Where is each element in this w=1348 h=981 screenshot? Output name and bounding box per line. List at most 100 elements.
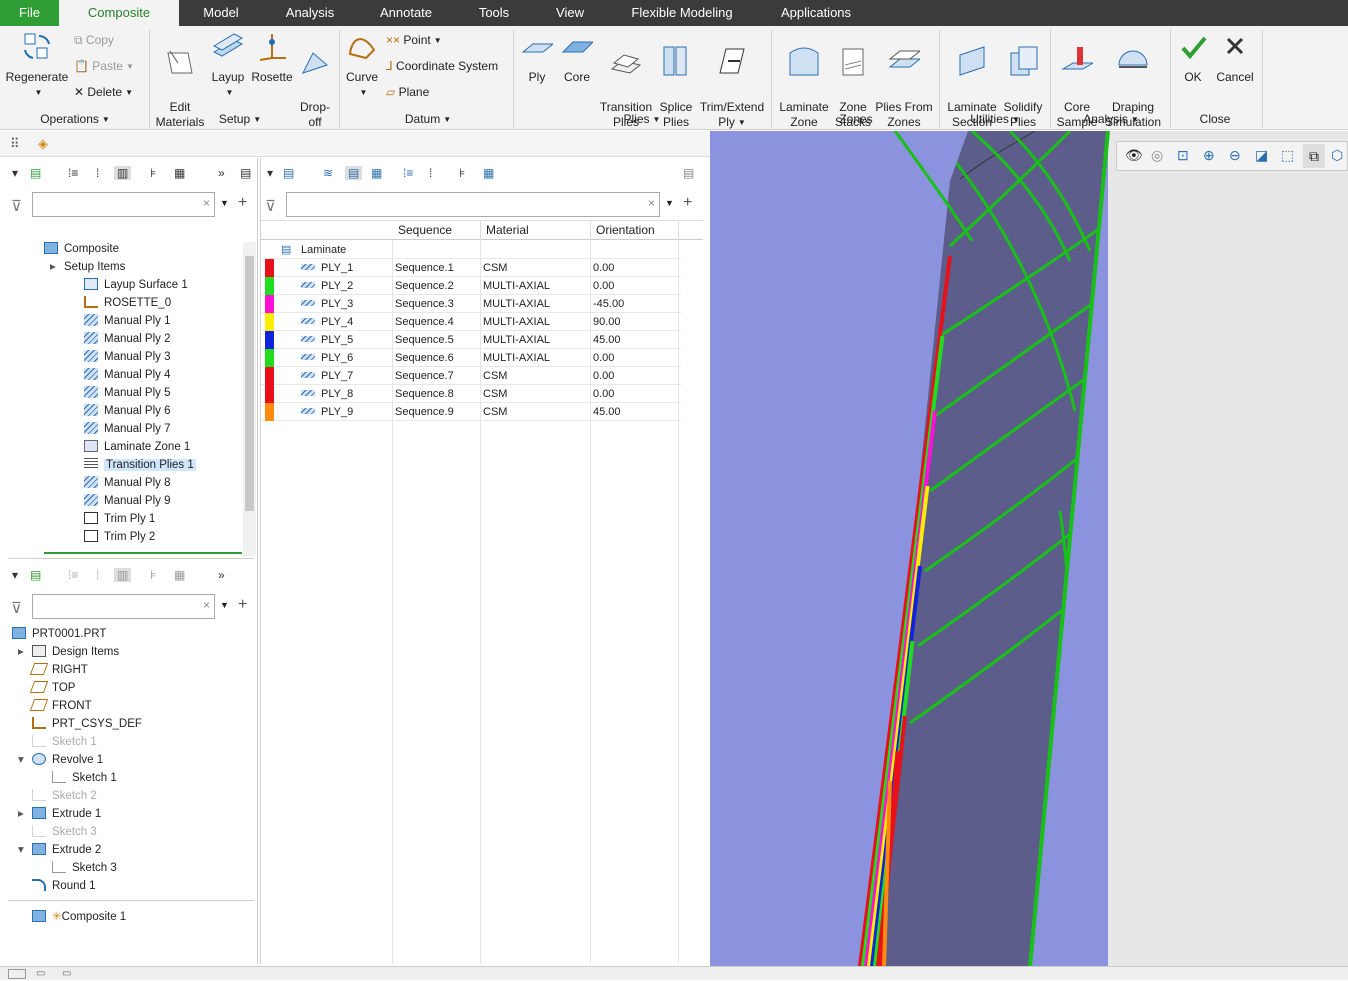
tree-item[interactable]: RIGHT: [29, 661, 88, 679]
tree-item[interactable]: ▾ Revolve 1: [18, 751, 103, 769]
tab-flexible-modeling[interactable]: Flexible Modeling: [622, 0, 742, 26]
perspective-icon[interactable]: ⧉: [1303, 144, 1325, 168]
tree-item[interactable]: ▸ Setup Items: [50, 258, 125, 276]
clear-icon[interactable]: ×: [203, 598, 210, 612]
tree-item[interactable]: ▾ Extrude 2: [18, 841, 101, 859]
table-row[interactable]: PLY_3 Sequence.3 MULTI-AXIAL -45.00: [261, 295, 681, 313]
columns-icon[interactable]: ▥: [114, 568, 132, 582]
tree-item[interactable]: Manual Ply 4: [84, 366, 170, 384]
chevron-down-icon[interactable]: ▾: [12, 166, 18, 180]
table-view-icon[interactable]: ▤: [345, 166, 363, 180]
chevron-down-icon[interactable]: ▼: [220, 600, 229, 610]
ply-stack-icon[interactable]: ≋: [323, 166, 333, 180]
column-header-sequence[interactable]: Sequence: [393, 220, 481, 240]
tree-item[interactable]: ROSETTE_0: [84, 294, 171, 312]
table-row[interactable]: PLY_2 Sequence.2 MULTI-AXIAL 0.00: [261, 277, 681, 295]
layer-tree-tab-icon[interactable]: ◈: [38, 136, 48, 152]
tab-annotate[interactable]: Annotate: [368, 0, 444, 26]
filter-icon[interactable]: ⊽: [265, 197, 276, 215]
repaint-icon[interactable]: ◪: [1255, 147, 1268, 164]
tree-item[interactable]: TOP: [29, 679, 75, 697]
drop-off-button[interactable]: Drop- off: [296, 30, 334, 130]
eye-icon[interactable]: 👁: [1125, 147, 1143, 164]
expand-icon[interactable]: ⁞: [96, 568, 99, 582]
tree-item[interactable]: Trim Ply 1: [84, 510, 155, 528]
column-header-orientation[interactable]: Orientation: [591, 220, 679, 240]
chevron-down-icon[interactable]: ▾: [12, 568, 18, 582]
settings-icon[interactable]: ▦: [174, 568, 185, 582]
tree-item[interactable]: Manual Ply 8: [84, 474, 170, 492]
tab-model[interactable]: Model: [187, 0, 255, 26]
tab-file[interactable]: File: [0, 0, 59, 26]
part-icon[interactable]: ▤: [30, 568, 41, 582]
tree-filter-icon[interactable]: ⁞≡: [403, 166, 413, 180]
graphics-viewport[interactable]: 👁 ◎ ⊡ ⊕ ⊖ ◪ ⬚ ⧉ ⬡: [710, 131, 1348, 966]
table-row[interactable]: PLY_4 Sequence.4 MULTI-AXIAL 90.00: [261, 313, 681, 331]
refit-icon[interactable]: ⊡: [1177, 147, 1189, 164]
tree-item[interactable]: Sketch 2: [32, 787, 97, 805]
table-row[interactable]: PLY_1 Sequence.1 CSM 0.00: [261, 259, 681, 277]
add-icon[interactable]: +: [238, 596, 247, 614]
filter-icon[interactable]: ⊽: [11, 599, 22, 617]
tree-item[interactable]: ▸ Design Items: [18, 643, 119, 661]
tab-analysis[interactable]: Analysis: [275, 0, 345, 26]
sort-icon[interactable]: ⊧: [459, 166, 465, 180]
tree-item[interactable]: Sketch 1: [32, 733, 97, 751]
clear-icon[interactable]: ×: [203, 196, 210, 210]
zoom-in-icon[interactable]: ⊕: [1203, 147, 1215, 164]
laminate-zone-button[interactable]: Laminate Zone: [776, 30, 832, 130]
curve-button[interactable]: Curve ▼: [342, 30, 382, 100]
scrollbar[interactable]: [243, 242, 256, 556]
document-icon[interactable]: ▤: [240, 166, 251, 180]
chevron-down-icon[interactable]: ▼: [220, 198, 229, 208]
trim-extend-ply-button[interactable]: Trim/Extend Ply ▼: [698, 30, 766, 130]
tree-item[interactable]: ▸ Extrude 1: [18, 805, 101, 823]
regenerate-button[interactable]: Regenerate ▼: [4, 30, 70, 100]
table-row[interactable]: PLY_5 Sequence.5 MULTI-AXIAL 45.00: [261, 331, 681, 349]
group-utilities[interactable]: Utilities ▼: [960, 112, 1030, 126]
plane-button[interactable]: ▱ Plane: [386, 84, 429, 100]
tree-item[interactable]: PRT_CSYS_DEF: [32, 715, 142, 733]
group-operations[interactable]: Operations ▼: [30, 112, 120, 126]
tree-item[interactable]: Manual Ply 5: [84, 384, 170, 402]
tab-composite[interactable]: Composite: [59, 0, 179, 28]
laminate-root-row[interactable]: ▤ Laminate: [261, 241, 681, 259]
tree-item[interactable]: Layup Surface 1: [84, 276, 188, 294]
delete-button[interactable]: ✕ Delete ▼: [74, 84, 133, 101]
copy-button[interactable]: ⧉ Copy: [74, 32, 114, 48]
chevron-down-icon[interactable]: ▾: [18, 841, 24, 859]
columns-icon[interactable]: ▥: [114, 166, 132, 180]
ply-button[interactable]: Ply: [518, 30, 556, 85]
layup-button[interactable]: Layup ▼: [208, 30, 248, 100]
model-tree-tab-icon[interactable]: ⠿: [10, 136, 20, 152]
overflow-icon[interactable]: »: [218, 568, 225, 582]
display-style-icon[interactable]: ◎: [1151, 147, 1163, 164]
filter-icon[interactable]: ⊽: [11, 197, 22, 215]
rosette-button[interactable]: Rosette: [250, 30, 294, 85]
edit-materials-button[interactable]: Edit Materials: [154, 30, 206, 130]
add-icon[interactable]: +: [238, 194, 247, 212]
splitter[interactable]: [8, 558, 254, 559]
add-icon[interactable]: +: [683, 194, 692, 212]
paste-button[interactable]: 📋 Paste ▼: [74, 58, 134, 75]
tree-item[interactable]: Trim Ply 2: [84, 528, 155, 546]
column-header-material[interactable]: Material: [481, 220, 591, 240]
named-view-icon[interactable]: ⬡: [1331, 147, 1343, 164]
table-row[interactable]: PLY_6 Sequence.6 MULTI-AXIAL 0.00: [261, 349, 681, 367]
coordinate-system-button[interactable]: ⅃ Coordinate System: [386, 58, 498, 74]
tree-item[interactable]: Round 1: [32, 877, 95, 895]
tree-filter-icon[interactable]: ⁞≡: [68, 166, 78, 180]
composite-feature-row[interactable]: ✳Composite 1: [32, 908, 126, 926]
tree-item[interactable]: Sketch 1: [52, 769, 117, 787]
clear-icon[interactable]: ×: [648, 196, 655, 210]
tree-item[interactable]: Sketch 3: [32, 823, 97, 841]
group-setup[interactable]: Setup ▼: [210, 112, 270, 126]
expand-icon[interactable]: ⁞: [96, 166, 99, 180]
layout-icon[interactable]: ▭: [36, 967, 45, 981]
ok-button[interactable]: OK: [1174, 30, 1212, 85]
settings-icon[interactable]: ▦: [174, 166, 185, 180]
tree-item[interactable]: Manual Ply 9: [84, 492, 170, 510]
tab-tools[interactable]: Tools: [468, 0, 520, 26]
group-analysis[interactable]: Analysis ▼: [1076, 112, 1146, 126]
chevron-down-icon[interactable]: ▾: [267, 166, 273, 180]
